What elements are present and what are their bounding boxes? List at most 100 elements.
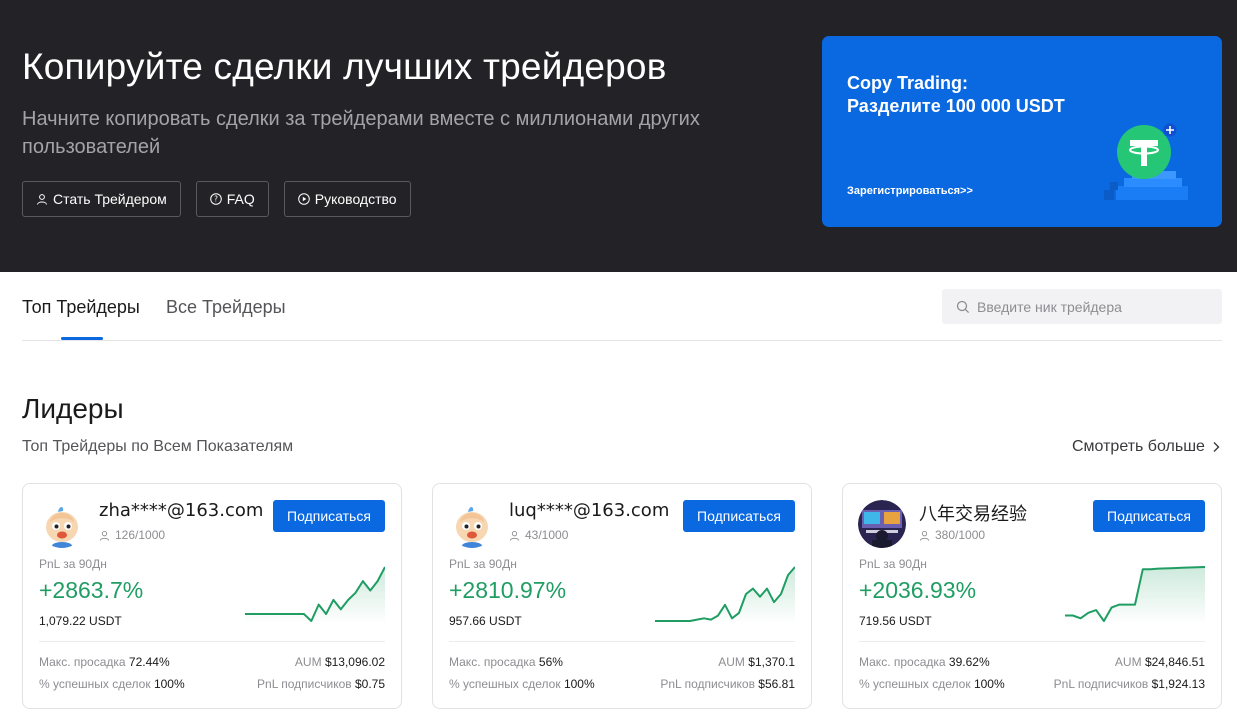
aum: AUM $24,846.51 — [1115, 655, 1205, 669]
follower-pnl-label: PnL подписчиков — [660, 677, 755, 691]
win-rate-value: 100% — [973, 677, 1005, 691]
trader-name[interactable]: luq****@163.com — [509, 500, 669, 521]
hero-section: Копируйте сделки лучших трейдеров Начнит… — [0, 0, 1237, 272]
pnl-value: +2036.93% — [859, 577, 977, 603]
tab-top-traders[interactable]: Топ Трейдеры — [22, 297, 140, 318]
guide-label: Руководство — [314, 191, 397, 207]
trader-desk-avatar — [858, 500, 906, 548]
pnl-value: +2810.97% — [449, 577, 567, 603]
guide-button[interactable]: Руководство — [283, 181, 411, 217]
hero-subtitle: Начните копировать сделки за трейдерами … — [22, 108, 700, 158]
followers-value: 43/1000 — [525, 528, 569, 542]
win-rate: % успешных сделок 100% — [859, 677, 1005, 691]
become-trader-label: Стать Трейдером — [53, 191, 167, 207]
pnl-label: PnL за 90Дн — [449, 557, 517, 571]
subscribe-button[interactable]: Подписаться — [683, 500, 795, 532]
subscribe-button[interactable]: Подписаться — [273, 500, 385, 532]
max-drawdown-value: 56% — [538, 655, 563, 669]
baby-avatar — [448, 500, 496, 548]
follower-pnl: PnL подписчиков $0.75 — [257, 677, 385, 691]
max-drawdown-value: 39.62% — [948, 655, 990, 669]
aum-label: AUM — [294, 655, 322, 669]
aum: AUM $1,370.1 — [718, 655, 795, 669]
banner-title-line2: Разделите 100 000 USDT — [847, 96, 1065, 116]
max-drawdown: Макс. просадка 39.62% — [859, 655, 990, 669]
see-more-label: Смотреть больше — [1072, 438, 1205, 455]
banner-title-line1: Copy Trading: — [847, 73, 968, 93]
chevron-right-icon — [1213, 442, 1220, 452]
follower-pnl-value: $0.75 — [354, 677, 385, 691]
pnl-sparkline — [245, 566, 385, 624]
see-more-link[interactable]: Смотреть больше — [1072, 438, 1221, 456]
pnl-label: PnL за 90Дн — [859, 557, 927, 571]
subscribe-button[interactable]: Подписаться — [1093, 500, 1205, 532]
leaders-subtitle: Топ Трейдеры по Всем Показателям — [22, 438, 294, 455]
followers-count: 126/1000 — [99, 528, 165, 542]
hero-buttons: Стать Трейдером ? FAQ Руководство — [22, 181, 411, 217]
aum-label: AUM — [1114, 655, 1142, 669]
trader-search[interactable] — [942, 289, 1222, 324]
search-input[interactable] — [977, 298, 1207, 315]
max-drawdown-label: Макс. просадка — [859, 655, 946, 669]
tether-coin-icon — [1104, 122, 1188, 200]
max-drawdown-value: 72.44% — [128, 655, 170, 669]
max-drawdown: Макс. просадка 72.44% — [39, 655, 170, 669]
banner-register-link[interactable]: Зарегистрироваться>> — [847, 185, 973, 197]
faq-button[interactable]: ? FAQ — [195, 181, 269, 217]
followers-count: 43/1000 — [509, 528, 568, 542]
max-drawdown-label: Макс. просадка — [449, 655, 536, 669]
win-rate-value: 100% — [563, 677, 595, 691]
win-rate-label: % успешных сделок — [859, 677, 971, 691]
win-rate: % успешных сделок 100% — [39, 677, 185, 691]
aum-value: $13,096.02 — [324, 655, 385, 669]
question-circle-icon: ? — [209, 193, 222, 205]
aum-value: $24,846.51 — [1144, 655, 1205, 669]
follower-pnl-label: PnL подписчиков — [1053, 677, 1149, 691]
win-rate-label: % успешных сделок — [449, 677, 561, 691]
follower-pnl: PnL подписчиков $1,924.13 — [1054, 677, 1205, 691]
trader-name[interactable]: zha****@163.com — [99, 500, 263, 521]
become-trader-button[interactable]: Стать Трейдером — [22, 181, 181, 217]
hero-title: Копируйте сделки лучших трейдеров — [22, 46, 667, 87]
follower-pnl-value: $1,924.13 — [1151, 677, 1205, 691]
followers-count: 380/1000 — [919, 528, 985, 542]
tab-all-traders[interactable]: Все Трейдеры — [166, 297, 286, 318]
win-rate-label: % успешных сделок — [39, 677, 151, 691]
pnl-value: +2863.7% — [39, 577, 144, 603]
search-icon — [956, 300, 970, 313]
play-circle-icon — [297, 193, 310, 205]
follower-pnl-label: PnL подписчиков — [257, 677, 352, 691]
pnl-usdt: 1,079.22 USDT — [39, 614, 122, 628]
follower-pnl: PnL подписчиков $56.81 — [660, 677, 795, 691]
aum-label: AUM — [718, 655, 745, 669]
copy-trading-banner[interactable]: Copy Trading: Разделите 100 000 USDT Зар… — [822, 36, 1222, 227]
follower-pnl-value: $56.81 — [758, 677, 795, 691]
leaders-title: Лидеры — [22, 393, 124, 424]
trader-card[interactable]: zha****@163.com 126/1000 Подписаться PnL… — [22, 483, 402, 709]
win-rate: % успешных сделок 100% — [449, 677, 595, 691]
trader-name[interactable]: 八年交易经验 — [919, 500, 1027, 526]
win-rate-value: 100% — [153, 677, 185, 691]
card-divider — [859, 641, 1205, 642]
card-divider — [39, 641, 385, 642]
trader-card[interactable]: luq****@163.com 43/1000 Подписаться PnL … — [432, 483, 812, 709]
banner-title: Copy Trading: Разделите 100 000 USDT — [847, 72, 1065, 118]
pnl-usdt: 719.56 USDT — [859, 614, 932, 628]
faq-label: FAQ — [226, 191, 255, 207]
trader-tabs: Топ Трейдеры Все Трейдеры — [22, 272, 1222, 341]
sparkline-area — [655, 567, 795, 624]
user-icon — [99, 530, 110, 541]
followers-value: 126/1000 — [115, 528, 166, 542]
active-tab-indicator — [61, 337, 103, 340]
pnl-label: PnL за 90Дн — [39, 557, 107, 571]
trader-card[interactable]: 八年交易经验 380/1000 Подписаться PnL за 90Дн … — [842, 483, 1222, 709]
user-icon — [919, 530, 930, 541]
max-drawdown-label: Макс. просадка — [39, 655, 126, 669]
pnl-usdt: 957.66 USDT — [449, 614, 522, 628]
baby-avatar — [38, 500, 86, 548]
pnl-sparkline — [1065, 566, 1205, 624]
max-drawdown: Макс. просадка 56% — [449, 655, 563, 669]
card-divider — [449, 641, 795, 642]
user-icon — [37, 194, 47, 205]
aum-value: $1,370.1 — [748, 655, 795, 669]
